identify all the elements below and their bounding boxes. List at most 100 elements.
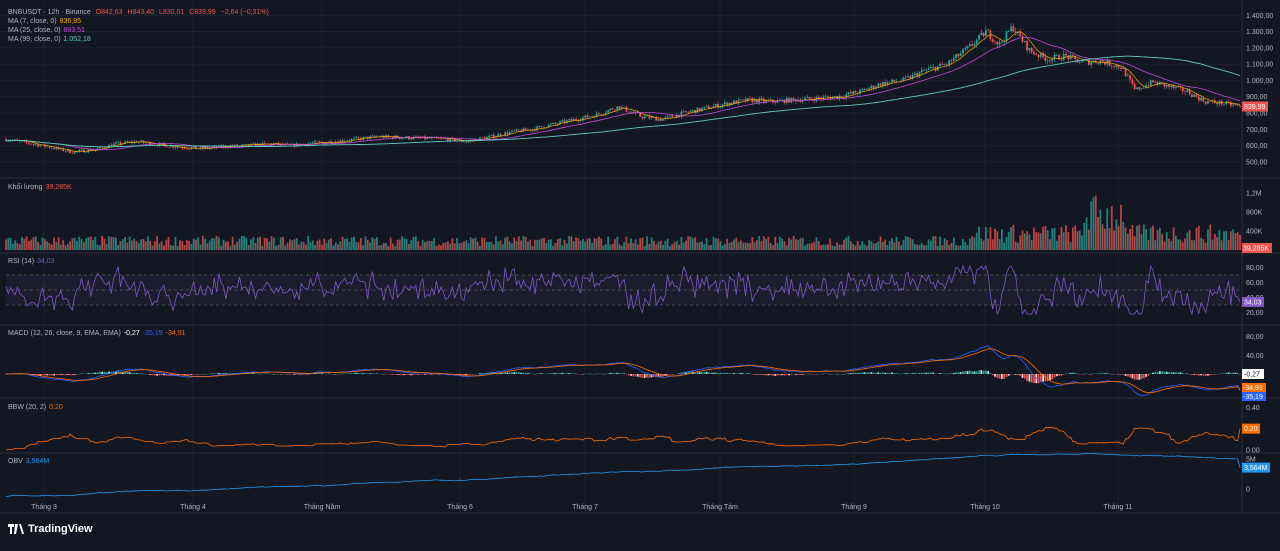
candle-body bbox=[1191, 94, 1193, 96]
volume-bar bbox=[108, 236, 110, 250]
candle-body bbox=[358, 137, 360, 138]
volume-bar bbox=[316, 241, 318, 250]
volume-bar bbox=[362, 245, 364, 250]
symbol-label[interactable]: BNBUSDT · 12h · Binance bbox=[8, 9, 91, 16]
macd-histogram-bar bbox=[1170, 372, 1172, 374]
volume-bar bbox=[758, 236, 760, 250]
macd-histogram-bar bbox=[992, 374, 994, 375]
time-tick-label: Tháng 7 bbox=[572, 504, 598, 511]
volume-bar bbox=[1010, 227, 1012, 250]
macd-histogram-bar bbox=[1065, 373, 1067, 374]
candle-body bbox=[1237, 105, 1239, 106]
macd-histogram-bar bbox=[637, 374, 639, 377]
volume-bar bbox=[1136, 226, 1138, 250]
volume-bar bbox=[953, 238, 955, 250]
candle-body bbox=[976, 40, 978, 44]
macd-histogram-bar bbox=[394, 374, 396, 375]
macd-histogram-bar bbox=[786, 374, 788, 375]
volume-bar bbox=[740, 240, 742, 250]
ma7-legend[interactable]: MA (7, close, 0)836,95 bbox=[8, 17, 84, 26]
macd-histogram-bar bbox=[152, 374, 154, 375]
candle-body bbox=[1175, 87, 1177, 88]
macd-histogram-bar bbox=[1138, 374, 1140, 380]
macd-histogram-bar bbox=[699, 372, 701, 374]
candle-body bbox=[996, 42, 998, 45]
volume-bar bbox=[30, 240, 32, 250]
macd-histogram-bar bbox=[1125, 374, 1127, 376]
macd-legend[interactable]: MACD (12, 26, close, 9, EMA, EMA)-0,27-3… bbox=[8, 329, 189, 338]
candle-body bbox=[1056, 55, 1058, 56]
trading-chart[interactable]: 1.400,001.300,001.200,001.100,001.000,00… bbox=[0, 0, 1280, 546]
macd-histogram-bar bbox=[1047, 374, 1049, 381]
volume-bar bbox=[271, 236, 273, 250]
macd-histogram-bar bbox=[948, 373, 950, 374]
volume-bar bbox=[605, 244, 607, 250]
candle-body bbox=[550, 124, 552, 125]
macd-histogram-bar bbox=[55, 374, 57, 375]
obv-legend[interactable]: OBV3,564M bbox=[8, 457, 52, 466]
candle-body bbox=[1010, 26, 1012, 31]
macd-histogram-bar bbox=[188, 374, 190, 375]
volume-bar bbox=[1003, 243, 1005, 250]
macd-histogram-bar bbox=[223, 373, 225, 374]
candle-body bbox=[1168, 85, 1170, 87]
macd-histogram-bar bbox=[156, 374, 158, 376]
volume-bar bbox=[1040, 233, 1042, 250]
macd-histogram-bar bbox=[158, 374, 160, 375]
volume-bar bbox=[660, 241, 662, 250]
candle-body bbox=[1063, 54, 1065, 60]
volume-bar bbox=[26, 237, 28, 250]
candle-body bbox=[978, 35, 980, 40]
rsi-legend[interactable]: RSI (14)34,03 bbox=[8, 257, 58, 266]
macd-histogram-bar bbox=[555, 373, 557, 374]
volume-bar bbox=[1127, 234, 1129, 250]
macd-histogram-bar bbox=[1109, 373, 1111, 374]
volume-bar bbox=[976, 233, 978, 250]
volume-bar bbox=[621, 246, 623, 250]
macd-histogram-bar bbox=[216, 373, 218, 374]
volume-bar bbox=[1033, 228, 1035, 250]
candle-body bbox=[1040, 53, 1042, 57]
volume-bar bbox=[612, 244, 614, 250]
macd-histogram-bar bbox=[884, 373, 886, 374]
candle-body bbox=[511, 131, 513, 132]
volume-bar bbox=[154, 241, 156, 250]
ma99-legend[interactable]: MA (99, close, 0)1.052,18 bbox=[8, 35, 94, 44]
volume-bar bbox=[697, 242, 699, 250]
candle-body bbox=[126, 141, 128, 142]
volume-badge-text: 39,285K bbox=[1243, 246, 1269, 253]
candle-body bbox=[1012, 26, 1014, 31]
volume-bar bbox=[303, 242, 305, 250]
candle-body bbox=[1196, 94, 1198, 96]
candle-body bbox=[923, 70, 925, 71]
candle-body bbox=[21, 141, 23, 142]
macd-histogram-bar bbox=[619, 373, 621, 374]
macd-histogram-bar bbox=[550, 373, 552, 374]
volume-bar bbox=[1088, 230, 1090, 250]
candle-body bbox=[1207, 101, 1209, 103]
macd-histogram-bar bbox=[880, 373, 882, 374]
macd-histogram-bar bbox=[355, 373, 357, 374]
time-tick-label: Tháng 6 bbox=[447, 504, 473, 511]
candle-body bbox=[983, 33, 985, 36]
macd-histogram-bar bbox=[520, 373, 522, 374]
volume-bar bbox=[868, 240, 870, 250]
macd-histogram-bar bbox=[1225, 373, 1227, 374]
bbw-badge-text: 0.20 bbox=[1244, 426, 1258, 433]
volume-bar bbox=[685, 241, 687, 250]
volume-bar bbox=[772, 245, 774, 250]
candle-body bbox=[1216, 103, 1218, 104]
volume-bar bbox=[575, 238, 577, 250]
macd-histogram-bar bbox=[1017, 374, 1019, 375]
macd-histogram-bar bbox=[49, 374, 51, 375]
tradingview-logo[interactable]: TradingView bbox=[8, 523, 93, 535]
candle-body bbox=[994, 42, 996, 43]
volume-bar bbox=[436, 246, 438, 250]
candle-body bbox=[28, 143, 30, 144]
volume-legend[interactable]: Khối lượng39,285K bbox=[8, 183, 75, 192]
candle-body bbox=[1134, 84, 1136, 89]
chart-canvas[interactable]: 1.400,001.300,001.200,001.100,001.000,00… bbox=[0, 0, 1280, 546]
macd-histogram-bar bbox=[875, 373, 877, 374]
bbw-legend[interactable]: BBW (20, 2)0.20 bbox=[8, 403, 66, 412]
ma25-legend[interactable]: MA (25, close, 0)893,51 bbox=[8, 26, 88, 35]
